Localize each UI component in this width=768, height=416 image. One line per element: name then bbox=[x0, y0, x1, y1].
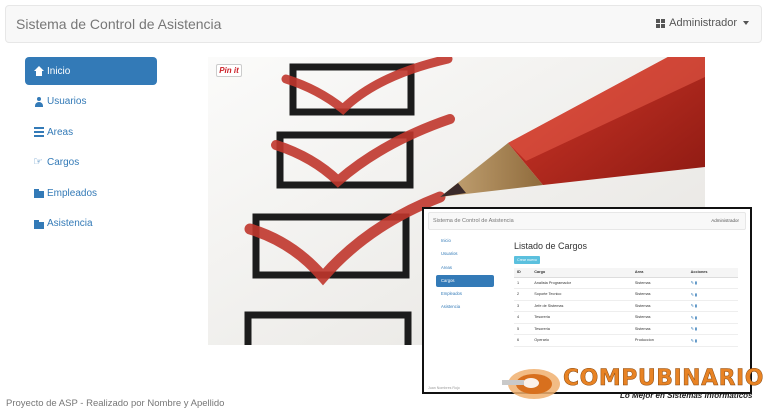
caret-down-icon bbox=[743, 21, 749, 25]
sidebar-item-inicio[interactable]: Inicio bbox=[25, 57, 157, 85]
preview-nav-item: Asistencia bbox=[441, 304, 461, 310]
table-row: 6 Operario Produccion ✎ ▮ bbox=[514, 334, 738, 347]
compubinario-logo: COMPUBINARIO Lo Mejor en Sistemas Inform… bbox=[500, 364, 764, 404]
hand-point-icon bbox=[33, 155, 44, 168]
sidebar-item-asistencia[interactable]: Asistencia bbox=[25, 210, 157, 238]
sidebar-item-label: Asistencia bbox=[47, 218, 93, 229]
folder-icon bbox=[34, 219, 44, 229]
cell-area: Sistemas bbox=[631, 300, 688, 312]
sidebar-nav: Inicio Usuarios Areas Cargos Empleados A… bbox=[25, 57, 157, 240]
cell-id: 6 bbox=[514, 334, 532, 347]
cell-id: 3 bbox=[514, 300, 532, 312]
edit-icon: ✎ bbox=[690, 315, 694, 320]
delete-icon: ▮ bbox=[694, 338, 697, 343]
table-row: 1 Analista Programador Sistemas ✎ ▮ bbox=[514, 277, 738, 289]
home-icon bbox=[34, 66, 44, 76]
preview-nav-item: Inicio bbox=[441, 238, 451, 243]
column-header: Area bbox=[631, 268, 688, 278]
user-menu-dropdown[interactable]: Administrador bbox=[656, 17, 749, 29]
cell-area: Sistemas bbox=[631, 277, 688, 289]
user-icon bbox=[34, 96, 44, 107]
preview-brand: Sistema de Control de Asistencia bbox=[433, 218, 514, 224]
pin-it-button[interactable]: Pin it bbox=[216, 64, 242, 77]
preview-new-button: Crear nuevo Cargo bbox=[514, 256, 540, 270]
preview-nav-item: Usuarios bbox=[441, 251, 458, 257]
table-row: 2 Soporte Tecnico Sistemas ✎ ▮ bbox=[514, 288, 738, 301]
grid-icon bbox=[656, 18, 666, 28]
table-header-row: ID Cargo Area Acciones bbox=[514, 268, 738, 278]
logo-tagline: Lo Mejor en Sistemas Informáticos bbox=[620, 391, 753, 400]
preview-user-menu: Administrador bbox=[711, 218, 739, 223]
cell-id: 5 bbox=[514, 323, 532, 335]
preview-nav-item: Areas bbox=[441, 264, 452, 270]
sidebar-item-usuarios[interactable]: Usuarios bbox=[25, 88, 157, 116]
edit-icon: ✎ bbox=[690, 304, 694, 309]
sidebar-item-label: Cargos bbox=[47, 157, 80, 168]
folder-icon bbox=[34, 188, 44, 198]
sidebar-item-label: Inicio bbox=[47, 65, 71, 77]
delete-icon: ▮ bbox=[694, 304, 697, 309]
cell-cargo: Jefe de Sistemas bbox=[531, 300, 632, 312]
preview-page-title: Listado de Cargos bbox=[514, 241, 588, 251]
cell-id: 1 bbox=[514, 277, 532, 289]
cell-actions: ✎ ▮ bbox=[687, 300, 738, 312]
top-navbar: Sistema de Control de Asistencia Adminis… bbox=[5, 5, 762, 43]
cell-actions: ✎ ▮ bbox=[687, 277, 738, 289]
cell-area: Sistemas bbox=[631, 311, 688, 324]
edit-icon: ✎ bbox=[690, 281, 694, 286]
delete-icon: ▮ bbox=[694, 292, 697, 297]
preview-nav-item-active: Cargos bbox=[436, 274, 494, 287]
edit-icon: ✎ bbox=[690, 338, 694, 343]
sidebar-item-empleados[interactable]: Empleados bbox=[25, 179, 157, 207]
delete-icon: ▮ bbox=[694, 327, 697, 332]
sidebar-item-label: Empleados bbox=[47, 187, 98, 199]
cell-actions: ✎ ▮ bbox=[687, 334, 738, 347]
cell-actions: ✎ ▮ bbox=[687, 288, 738, 301]
edit-icon: ✎ bbox=[690, 327, 694, 332]
user-menu-label: Administrador bbox=[669, 17, 737, 29]
preview-nav-item: Empleados bbox=[441, 291, 462, 297]
preview-footer: Juan Nombres Rojo bbox=[428, 386, 460, 390]
sidebar-item-label: Areas bbox=[47, 126, 74, 138]
sidebar-item-areas[interactable]: Areas bbox=[25, 118, 157, 146]
cell-actions: ✎ ▮ bbox=[687, 323, 738, 335]
column-header: ID bbox=[514, 268, 532, 278]
column-header: Cargo bbox=[531, 268, 632, 278]
app-brand[interactable]: Sistema de Control de Asistencia bbox=[16, 16, 221, 32]
cell-cargo: Tesoreria bbox=[531, 323, 632, 335]
sidebar-item-cargos[interactable]: Cargos bbox=[25, 149, 157, 177]
table-row: 5 Tesoreria Sistemas ✎ ▮ bbox=[514, 323, 738, 335]
page-footer: Proyecto de ASP - Realizado por Nombre y… bbox=[6, 398, 225, 409]
cell-id: 2 bbox=[514, 288, 532, 301]
cell-cargo: Operario bbox=[531, 334, 632, 347]
cell-id: 4 bbox=[514, 311, 532, 324]
cell-area: Sistemas bbox=[631, 323, 688, 335]
logo-mark-icon bbox=[502, 369, 560, 399]
sidebar-item-label: Usuarios bbox=[47, 96, 87, 107]
preview-sidebar: Inicio Usuarios Areas Cargos Empleados A… bbox=[436, 235, 494, 315]
delete-icon: ▮ bbox=[694, 315, 697, 320]
table-row: 3 Jefe de Sistemas Sistemas ✎ ▮ bbox=[514, 300, 738, 312]
edit-icon: ✎ bbox=[690, 292, 694, 297]
cell-cargo: Analista Programador bbox=[531, 277, 632, 289]
list-icon bbox=[34, 127, 44, 137]
table-row: 4 Tesoreria Sistemas ✎ ▮ bbox=[514, 311, 738, 324]
preview-navbar: Sistema de Control de Asistencia Adminis… bbox=[428, 212, 746, 230]
cell-area: Produccion bbox=[631, 334, 688, 347]
preview-table: ID Cargo Area Acciones 1 Analista Progra… bbox=[514, 268, 738, 347]
cell-cargo: Soporte Tecnico bbox=[531, 288, 632, 301]
cell-actions: ✎ ▮ bbox=[687, 311, 738, 324]
delete-icon: ▮ bbox=[694, 281, 697, 286]
logo-wordmark: COMPUBINARIO bbox=[563, 366, 764, 392]
column-header: Acciones bbox=[687, 268, 738, 278]
cell-area: Sistemas bbox=[631, 288, 688, 301]
cell-cargo: Tesoreria bbox=[531, 311, 632, 324]
